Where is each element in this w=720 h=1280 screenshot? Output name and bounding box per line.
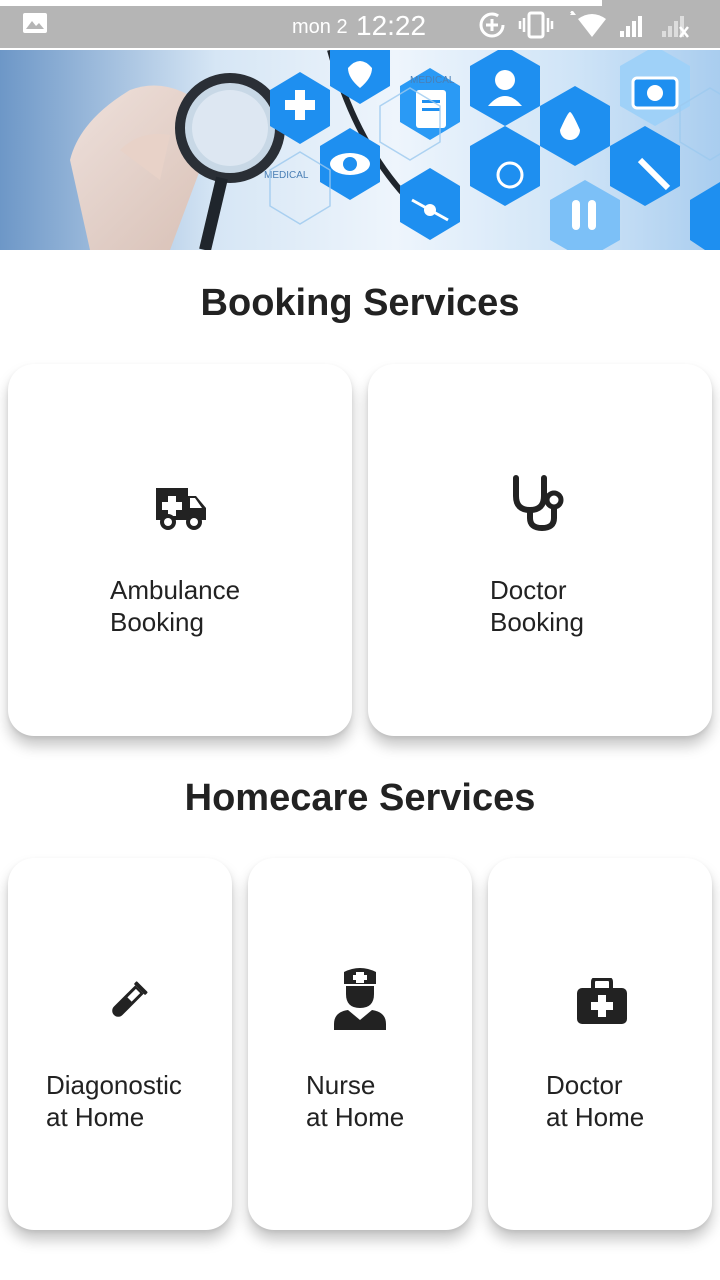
card-label-line1: Doctor xyxy=(546,1070,623,1100)
status-time: 12:22 xyxy=(356,10,427,41)
medical-kit-icon xyxy=(577,978,627,1024)
card-label-line1: Ambulance xyxy=(110,575,241,605)
diagnostic-at-home-card[interactable]: Diagonostic at Home xyxy=(8,858,232,1230)
doctor-booking-card[interactable]: Doctor Booking xyxy=(368,364,712,736)
stethoscope-icon xyxy=(513,475,564,532)
ambulance-booking-card[interactable]: Ambulance Booking xyxy=(8,364,352,736)
card-label: Doctor Booking xyxy=(490,574,584,638)
card-label-line2: Booking xyxy=(110,607,204,637)
wifi-icon xyxy=(570,11,606,37)
card-label: Doctor at Home xyxy=(546,1069,644,1133)
banner-illustration: MEDICAL MEDICAL xyxy=(70,50,720,250)
signal-icon xyxy=(620,16,642,37)
card-label: Ambulance Booking xyxy=(110,574,240,638)
ambulance-icon xyxy=(156,488,206,530)
card-label-line1: Doctor xyxy=(490,575,567,605)
nurse-at-home-card[interactable]: Nurse at Home xyxy=(248,858,472,1230)
card-label: Nurse at Home xyxy=(306,1069,404,1133)
card-label: Diagonostic at Home xyxy=(46,1069,182,1133)
card-label-line2: Booking xyxy=(490,607,584,637)
card-label-line2: at Home xyxy=(46,1102,145,1132)
card-label-line2: at Home xyxy=(546,1102,645,1132)
card-label-line1: Nurse xyxy=(306,1070,376,1100)
status-bar-top-edge xyxy=(0,0,720,6)
status-icons xyxy=(478,10,690,40)
data-saver-icon xyxy=(479,12,505,38)
homecare-services-title: Homecare Services xyxy=(184,777,536,819)
booking-services-title: Booking Services xyxy=(200,282,520,324)
test-tube-icon xyxy=(112,981,148,1017)
signal-off-icon xyxy=(662,16,689,38)
status-bar: mon 2 12:22 xyxy=(0,0,720,48)
nurse-icon xyxy=(334,968,386,1030)
card-label-line1: Diagonostic xyxy=(46,1070,182,1100)
image-notification-icon xyxy=(23,13,47,33)
status-date: mon 2 xyxy=(292,16,348,38)
vibrate-icon xyxy=(518,11,554,39)
banner-label: MEDICAL xyxy=(410,75,455,86)
medical-banner: MEDICAL MEDICAL xyxy=(0,50,720,250)
card-label-line2: at Home xyxy=(306,1102,405,1132)
doctor-at-home-card[interactable]: Doctor at Home xyxy=(488,858,712,1230)
